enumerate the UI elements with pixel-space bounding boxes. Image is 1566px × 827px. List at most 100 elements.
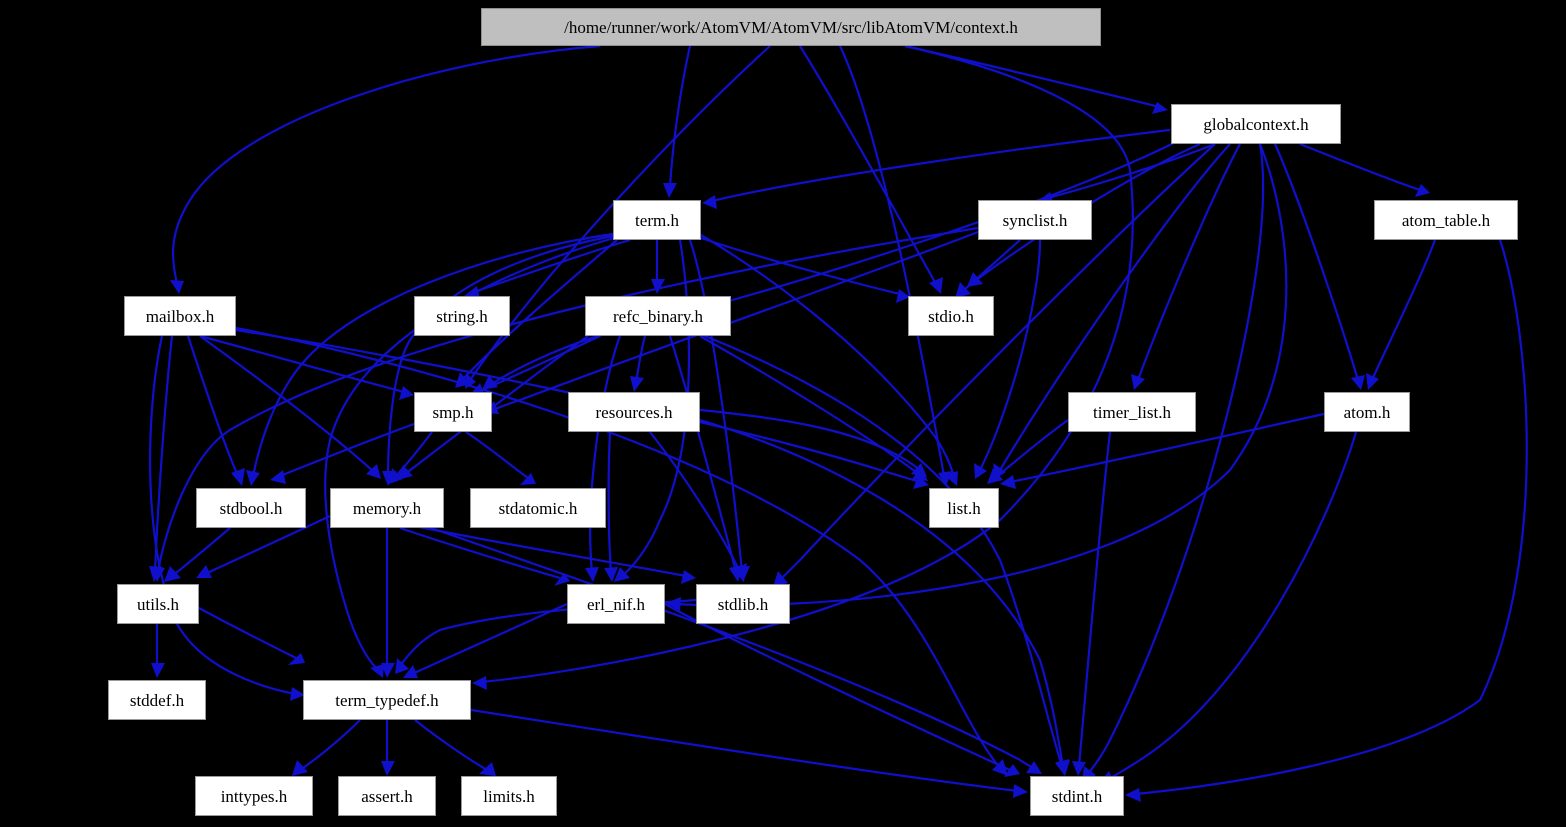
graph-node-string[interactable]: string.h	[414, 296, 510, 336]
graph-node-atom_table[interactable]: atom_table.h	[1374, 200, 1518, 240]
arrowhead-icon	[663, 183, 677, 198]
graph-node-smp[interactable]: smp.h	[414, 392, 492, 432]
edge-globalcontext-to-timer_list	[1136, 143, 1241, 381]
edge-memory-to-stdint	[419, 522, 1035, 770]
graph-node-erl_nif[interactable]: erl_nif.h	[567, 584, 665, 624]
graph-node-stdio[interactable]: stdio.h	[908, 296, 994, 336]
edge-timer_list-to-list	[994, 419, 1069, 479]
edge-erl_nif-to-term_typedef	[411, 602, 568, 676]
edge-globalcontext-to-atom	[1273, 143, 1360, 381]
graph-node-label: timer_list.h	[1093, 402, 1171, 422]
include-dependency-graph: /home/runner/work/AtomVM/AtomVM/src/libA…	[0, 0, 1566, 827]
arrowhead-icon	[395, 658, 409, 674]
edge-stdbool-to-utils	[171, 527, 231, 577]
graph-node-resources[interactable]: resources.h	[568, 392, 700, 432]
arrowhead-icon	[370, 664, 384, 678]
graph-node-atom[interactable]: atom.h	[1324, 392, 1410, 432]
edge-context-to-term	[668, 45, 692, 189]
arrowhead-icon	[929, 277, 943, 294]
edge-term_typedef-to-inttypes	[299, 719, 361, 771]
graph-node-label: term.h	[635, 210, 679, 230]
edge-resources-to-erl_nif	[607, 431, 613, 573]
graph-node-label: stdlib.h	[717, 594, 769, 614]
arrowhead-icon	[292, 760, 308, 776]
graph-node-label: stdint.h	[1051, 786, 1103, 806]
arrowhead-icon	[1152, 102, 1168, 114]
graph-node-synclist[interactable]: synclist.h	[978, 200, 1092, 240]
graph-node-label: stdbool.h	[219, 498, 283, 518]
arrowhead-icon	[399, 386, 414, 400]
arrowhead-icon	[164, 566, 181, 582]
edge-timer_list-to-stdint	[1077, 431, 1112, 767]
graph-node-list[interactable]: list.h	[929, 488, 999, 528]
edge-synclist-to-stdio	[961, 239, 1021, 293]
graph-node-label: erl_nif.h	[586, 594, 646, 614]
graph-node-stdint[interactable]: stdint.h	[1030, 776, 1124, 816]
edge-smp-to-memory	[395, 431, 433, 477]
graph-node-assert[interactable]: assert.h	[338, 776, 436, 816]
arrowhead-icon	[151, 663, 165, 678]
graph-node-stdbool[interactable]: stdbool.h	[196, 488, 306, 528]
edge-refc_binary-to-list	[699, 335, 921, 476]
graph-node-label: assert.h	[361, 786, 413, 806]
graph-node-label: atom_table.h	[1401, 210, 1491, 230]
graph-node-label: inttypes.h	[220, 786, 288, 806]
edge-synclist-to-list	[979, 239, 1042, 471]
arrowhead-icon	[1004, 764, 1020, 777]
edge-term_typedef-to-limits	[414, 719, 488, 771]
graph-node-globalcontext[interactable]: globalcontext.h	[1171, 104, 1341, 144]
graph-node-refc_binary[interactable]: refc_binary.h	[585, 296, 731, 336]
graph-node-label: limits.h	[483, 786, 535, 806]
arrowhead-icon	[1000, 475, 1016, 489]
arrowhead-icon	[479, 762, 496, 776]
edge-memory-to-erl_nif	[399, 526, 561, 580]
graph-node-label: /home/runner/work/AtomVM/AtomVM/src/libA…	[564, 17, 1018, 37]
graph-node-label: memory.h	[352, 498, 422, 518]
graph-node-timer_list[interactable]: timer_list.h	[1068, 392, 1196, 432]
edge-mailbox-to-smp	[199, 334, 405, 394]
graph-node-label: synclist.h	[1002, 210, 1068, 230]
graph-node-memory[interactable]: memory.h	[330, 488, 444, 528]
graph-node-label: resources.h	[595, 402, 673, 422]
graph-node-limits[interactable]: limits.h	[461, 776, 557, 816]
edge-smp-to-stdatomic	[465, 431, 529, 479]
graph-node-label: list.h	[947, 498, 981, 518]
graph-node-label: term_typedef.h	[335, 690, 439, 710]
graph-node-label: atom.h	[1343, 402, 1391, 422]
edge-atom_table-to-atom	[1370, 239, 1437, 381]
arrowhead-icon	[1125, 788, 1141, 802]
graph-node-context[interactable]: /home/runner/work/AtomVM/AtomVM/src/libA…	[481, 8, 1101, 46]
arrowhead-icon	[585, 567, 599, 582]
arrowhead-icon	[630, 376, 644, 392]
graph-node-label: stdio.h	[928, 306, 974, 326]
edge-globalcontext-to-term	[711, 128, 1171, 203]
arrowhead-icon	[1131, 374, 1145, 390]
arrowhead-icon	[1013, 784, 1028, 798]
graph-node-label: string.h	[436, 306, 488, 326]
graph-node-stddef[interactable]: stddef.h	[108, 680, 206, 720]
graph-node-term[interactable]: term.h	[613, 200, 701, 240]
graph-node-label: utils.h	[136, 594, 180, 614]
edge-mailbox-to-utils	[153, 335, 174, 573]
graph-node-inttypes[interactable]: inttypes.h	[195, 776, 313, 816]
graph-node-stdatomic[interactable]: stdatomic.h	[470, 488, 606, 528]
graph-node-label: globalcontext.h	[1203, 114, 1309, 134]
graph-node-label: stddef.h	[129, 690, 185, 710]
arrowhead-icon	[472, 676, 487, 690]
arrowhead-icon	[1026, 761, 1042, 774]
arrowhead-icon	[1351, 375, 1365, 390]
edge-mailbox-to-memory	[199, 335, 375, 473]
graph-node-stdlib[interactable]: stdlib.h	[696, 584, 790, 624]
graph-node-term_typedef[interactable]: term_typedef.h	[303, 680, 471, 720]
graph-node-utils[interactable]: utils.h	[117, 584, 199, 624]
arrowhead-icon	[681, 570, 696, 584]
graph-node-label: refc_binary.h	[613, 306, 703, 326]
graph-node-mailbox[interactable]: mailbox.h	[124, 296, 236, 336]
arrowhead-icon	[270, 470, 286, 484]
graph-node-label: stdatomic.h	[498, 498, 578, 518]
edge-atom_table-to-stdint	[1134, 239, 1528, 796]
arrowhead-icon	[170, 280, 184, 294]
edge-smp-to-stdbool	[279, 422, 415, 478]
arrowhead-icon	[1366, 373, 1379, 390]
arrowhead-icon	[1415, 184, 1430, 197]
